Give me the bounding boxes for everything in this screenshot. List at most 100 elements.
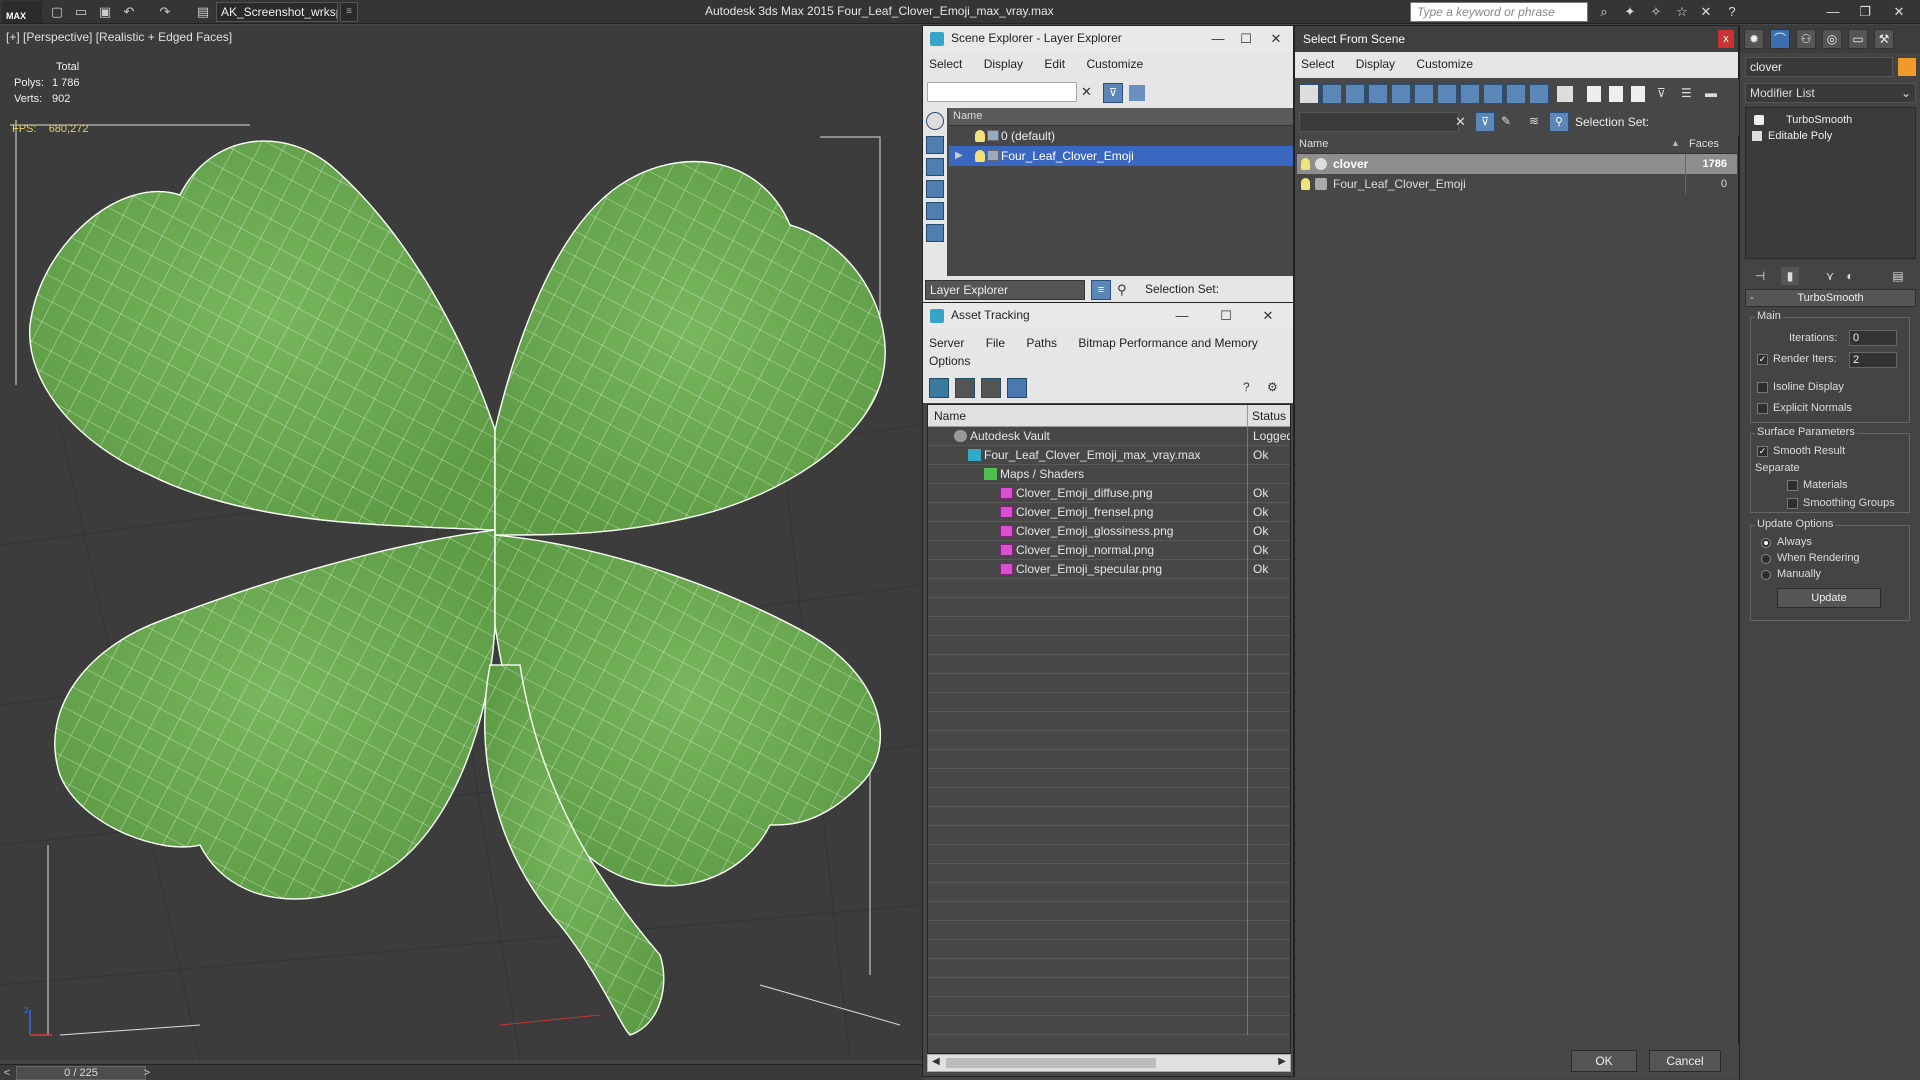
display-lights-icon[interactable] xyxy=(1368,84,1388,104)
menu-customize[interactable]: Customize xyxy=(1416,57,1473,71)
table-row[interactable]: Clover_Emoji_normal.png Ok xyxy=(928,541,1290,560)
minimize-icon[interactable]: — xyxy=(1171,307,1193,325)
expand-icon[interactable]: ▶ xyxy=(955,146,963,166)
minimize-icon[interactable]: — xyxy=(1818,2,1848,22)
display-shapes-icon[interactable] xyxy=(926,158,944,176)
select-all-icon[interactable] xyxy=(1587,86,1601,102)
scroll-right-icon[interactable]: ▶ xyxy=(1278,1056,1286,1067)
column-name[interactable]: Name xyxy=(1299,138,1328,150)
layer-row[interactable]: 0 (default) xyxy=(949,126,1293,146)
close-icon[interactable]: ✕ xyxy=(1265,30,1287,48)
bulb-icon[interactable] xyxy=(975,150,985,162)
create-tab-icon[interactable]: ✹ xyxy=(1744,29,1764,49)
project-icon[interactable]: ▤ xyxy=(194,3,212,21)
display-none-icon[interactable] xyxy=(1299,84,1319,104)
iterations-spinner[interactable]: 0 xyxy=(1849,330,1897,346)
perspective-viewport[interactable]: [+] [Perspective] [Realistic + Edged Fac… xyxy=(0,25,922,1060)
save-icon[interactable]: ▣ xyxy=(96,3,114,21)
tools-icon[interactable]: ✦ xyxy=(1620,3,1640,21)
update-manually-radio[interactable] xyxy=(1761,570,1771,580)
viewport-label[interactable]: [+] [Perspective] [Realistic + Edged Fac… xyxy=(6,30,232,44)
modifier-list-dropdown[interactable]: Modifier List ⌄ xyxy=(1745,83,1916,103)
refresh-icon[interactable] xyxy=(929,378,949,398)
ok-button[interactable]: OK xyxy=(1571,1050,1637,1072)
menu-display[interactable]: Display xyxy=(1356,57,1395,71)
display-frozen-icon[interactable] xyxy=(1557,86,1573,102)
collapse-icon[interactable]: - xyxy=(1750,290,1754,306)
explicit-normals-checkbox[interactable] xyxy=(1757,403,1768,414)
update-when-rendering-radio[interactable] xyxy=(1761,554,1771,564)
display-containers-icon[interactable] xyxy=(1529,84,1549,104)
column-name[interactable]: Name xyxy=(934,409,966,423)
smooth-result-checkbox[interactable]: ✓ xyxy=(1757,446,1768,457)
stack-item-editable-poly[interactable]: Editable Poly xyxy=(1746,128,1915,144)
maximize-icon[interactable]: ☐ xyxy=(1235,30,1257,48)
display-xrefs-icon[interactable] xyxy=(1483,84,1503,104)
utilities-tab-icon[interactable]: ⚒ xyxy=(1874,29,1894,49)
subscription-icon[interactable]: ✧ xyxy=(1646,3,1666,21)
explorer-type-dropdown[interactable]: Layer Explorer xyxy=(925,280,1085,300)
horizontal-scrollbar[interactable]: ◀ ▶ xyxy=(927,1054,1291,1072)
list-view-icon[interactable] xyxy=(955,378,975,398)
time-slider[interactable]: < 0 / 225 > xyxy=(0,1064,922,1080)
layers-icon[interactable]: ≋ xyxy=(1529,114,1539,128)
close-icon[interactable]: ✕ xyxy=(1884,2,1914,22)
restore-icon[interactable]: ❐ xyxy=(1850,2,1880,22)
sort-ascending-icon[interactable]: ▲ xyxy=(1671,138,1680,148)
motion-tab-icon[interactable]: ◎ xyxy=(1822,29,1842,49)
modifier-bulb-icon[interactable] xyxy=(1754,115,1764,125)
time-prev-button[interactable]: < xyxy=(0,1065,14,1080)
table-row[interactable]: Maps / Shaders xyxy=(928,465,1290,484)
pin-stack-icon[interactable]: ⊣ xyxy=(1751,267,1769,285)
redo-icon[interactable]: ↷ xyxy=(156,3,174,21)
filter-icon[interactable]: ⊽ xyxy=(1657,86,1666,100)
column-faces[interactable]: Faces xyxy=(1689,138,1719,150)
thumbnail-view-icon[interactable] xyxy=(981,378,1001,398)
stack-item-turbosmooth[interactable]: TurboSmooth xyxy=(1746,112,1915,128)
show-end-result-icon[interactable]: ▮ xyxy=(1781,267,1799,285)
column-status[interactable]: Status xyxy=(1252,409,1286,423)
maximize-icon[interactable]: ☐ xyxy=(1215,307,1237,325)
bulb-icon[interactable] xyxy=(1301,158,1310,170)
display-cameras-icon[interactable] xyxy=(1391,84,1411,104)
table-row[interactable]: Clover_Emoji_specular.png Ok xyxy=(928,560,1290,579)
cancel-button[interactable]: Cancel xyxy=(1649,1050,1721,1072)
table-view-icon[interactable] xyxy=(1007,378,1027,398)
smoothing-groups-checkbox[interactable] xyxy=(1787,498,1798,509)
open-icon[interactable]: ▭ xyxy=(72,3,90,21)
new-icon[interactable]: ▢ xyxy=(48,3,66,21)
menu-select[interactable]: Select xyxy=(929,57,962,71)
display-geometry-icon[interactable] xyxy=(1322,84,1342,104)
object-row[interactable]: clover 1786 xyxy=(1297,154,1737,174)
display-spacewarps-icon[interactable] xyxy=(1437,84,1457,104)
menu-server[interactable]: Server xyxy=(929,336,964,350)
workspace-dropdown[interactable]: AK_Screenshot_wrksp xyxy=(216,2,338,22)
menu-bitmap-performance[interactable]: Bitmap Performance and Memory xyxy=(1078,336,1257,350)
update-always-radio[interactable] xyxy=(1761,538,1771,548)
object-color-swatch[interactable] xyxy=(1898,58,1916,76)
table-row[interactable]: Clover_Emoji_diffuse.png Ok xyxy=(928,484,1290,503)
table-row[interactable]: Clover_Emoji_frensel.png Ok xyxy=(928,503,1290,522)
display-helpers-icon[interactable] xyxy=(926,224,944,242)
time-slider-thumb[interactable]: 0 / 225 xyxy=(16,1066,146,1080)
select-invert-icon[interactable] xyxy=(1631,86,1645,102)
menu-customize[interactable]: Customize xyxy=(1086,57,1143,71)
layer-tool-icon[interactable]: ✎ xyxy=(1501,114,1511,128)
select-none-icon[interactable] xyxy=(1609,86,1623,102)
layer-tool-icon[interactable] xyxy=(1129,85,1145,101)
filter-toggle-icon[interactable]: ⊽ xyxy=(1475,112,1495,132)
table-row[interactable]: Clover_Emoji_glossiness.png Ok xyxy=(928,522,1290,541)
object-name-input[interactable]: clover xyxy=(1745,57,1893,77)
display-lights-icon[interactable] xyxy=(926,180,944,198)
find-input[interactable] xyxy=(1299,112,1459,132)
exchange-icon[interactable]: ✕ xyxy=(1696,3,1716,21)
display-tab-icon[interactable]: ▭ xyxy=(1848,29,1868,49)
undo-icon[interactable]: ↶ xyxy=(120,3,138,21)
find-input[interactable] xyxy=(927,82,1077,102)
minimize-icon[interactable]: — xyxy=(1207,30,1229,48)
help-icon[interactable]: ? xyxy=(1243,380,1250,394)
menu-options[interactable]: Options xyxy=(929,354,970,368)
table-row[interactable]: Autodesk Vault Logged xyxy=(928,427,1290,446)
display-cameras-icon[interactable] xyxy=(926,202,944,220)
display-helpers-icon[interactable] xyxy=(1414,84,1434,104)
